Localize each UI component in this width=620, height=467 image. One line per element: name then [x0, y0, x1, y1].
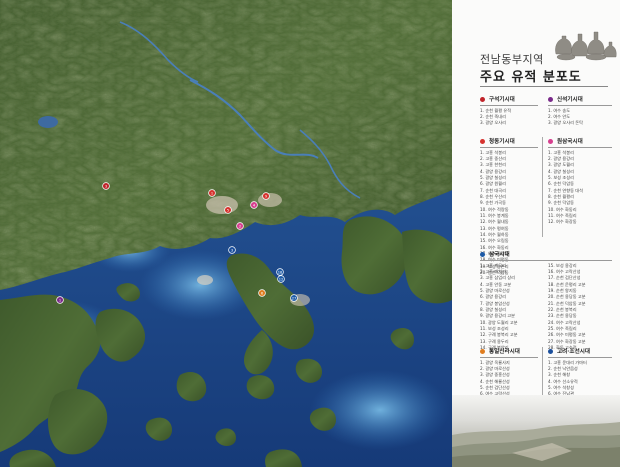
bronze-dot-icon: [480, 138, 485, 144]
site-marker-label: 1: [211, 191, 213, 195]
neolithic-dot-icon: [548, 96, 553, 102]
pottery-illustration: [555, 31, 617, 61]
urban-area: [206, 196, 238, 214]
legend-title-region: 전남동부지역: [480, 53, 544, 66]
legend-panel: 전남동부지역 주요 유적 분포도 구석기시대 1. 순천 월평 유적 2. 순천 …: [452, 0, 620, 467]
site-marker-label: 3: [105, 184, 107, 188]
title-divider: [480, 86, 608, 87]
aerial-photo: [452, 395, 620, 467]
legend-item: 3. 광양 오사리: [480, 120, 506, 126]
site-marker-label: 3: [231, 248, 233, 252]
legend-section-paleolithic: 구석기시대 1. 순천 월평 유적 2. 순천 죽내리 3. 광양 오사리: [480, 95, 538, 127]
satellite-map[interactable]: 3 1 5 9 4 2 12 27 6 3 1 18: [0, 0, 452, 467]
site-marker-label: 18: [278, 270, 283, 274]
site-marker-label: 12: [279, 277, 284, 281]
legend-item: 12. 여수 화장동: [548, 219, 577, 225]
map-canvas: 315942122763118: [0, 0, 452, 467]
legend-section-iron: 원삼국시대 1. 고흥 석봉리 2. 광양 용강리 3. 광양 도월리 4. 광양 칠…: [548, 137, 612, 226]
site-marker-label: 5: [227, 208, 229, 212]
site-marker-label: 2: [239, 224, 241, 228]
legend-section-three-kingdoms: 삼국시대 1. 고흥 계국리 2. 고흥 매치리 3. 고흥 삼업리 상리 4. 고흥…: [480, 250, 612, 351]
iron-dot-icon: [548, 138, 553, 144]
goryeo-joseon-dot-icon: [548, 348, 553, 354]
paleolithic-dot-icon: [480, 96, 485, 102]
three-kingdoms-dot-icon: [480, 251, 485, 257]
legend-title-main: 주요 유적 분포도: [480, 70, 582, 85]
legend-section-unified-silla: 통일신라시대 1. 광양 옥룡사지 2. 광양 마로산성 3. 광양 중흥산성 4. …: [480, 347, 538, 398]
lake: [38, 116, 58, 128]
legend-section-neolithic: 신석기시대 1. 여수 송도 2. 여수 안도 3. 광양 오사리 돈탁: [548, 95, 612, 127]
unified-silla-dot-icon: [480, 348, 485, 354]
legend-item: 3. 광양 오사리 돈탁: [548, 120, 583, 126]
site-marker-label: 1: [59, 298, 61, 302]
site-marker-label: 27: [292, 296, 297, 300]
